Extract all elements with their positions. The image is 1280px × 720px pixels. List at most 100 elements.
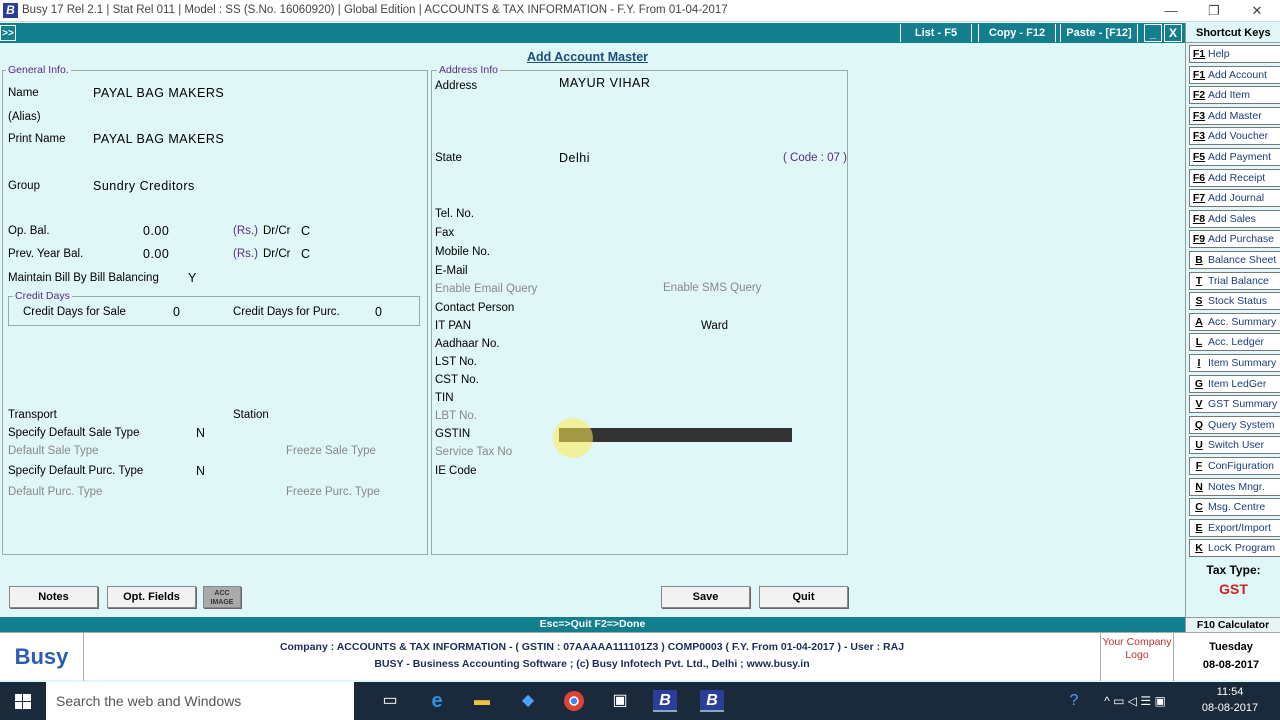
form-minimize-button[interactable]: _ bbox=[1144, 24, 1162, 42]
credit-days-sale-label: Credit Days for Sale bbox=[23, 306, 126, 318]
shortcut-item[interactable]: F1 Add Account bbox=[1189, 65, 1280, 84]
gstin-input[interactable] bbox=[559, 428, 792, 442]
shortcut-item[interactable]: B Balance Sheet bbox=[1189, 251, 1280, 269]
maximize-button[interactable]: ❐ bbox=[1203, 2, 1225, 20]
busy-taskbar-icon-1[interactable]: B bbox=[653, 690, 677, 712]
shortcut-label: Acc. Ledger bbox=[1208, 336, 1265, 349]
shortcut-item[interactable]: T Trial Balance bbox=[1189, 271, 1280, 290]
minimize-button[interactable]: — bbox=[1160, 2, 1182, 20]
shortcut-key: F7 bbox=[1192, 192, 1206, 205]
calculator-button[interactable]: F10 Calculator bbox=[1186, 617, 1280, 632]
prev-bal-field[interactable]: 0.00 bbox=[143, 247, 169, 261]
shortcut-label: Add Voucher bbox=[1208, 130, 1269, 143]
credit-days-sale-field[interactable]: 0 bbox=[173, 305, 180, 319]
copy-button[interactable]: Copy - F12 bbox=[978, 24, 1056, 42]
shortcut-item[interactable]: F ConFiguration bbox=[1189, 457, 1280, 475]
help-icon[interactable]: ? bbox=[1062, 690, 1086, 712]
print-name-field[interactable]: PAYAL BAG MAKERS bbox=[93, 132, 224, 146]
file-explorer-icon[interactable]: ▬ bbox=[470, 690, 494, 712]
cursor-highlight bbox=[553, 418, 593, 458]
shortcut-item[interactable]: S Stock Status bbox=[1189, 292, 1280, 311]
list-button[interactable]: List - F5 bbox=[900, 24, 972, 42]
mobile-label: Mobile No. bbox=[435, 246, 490, 258]
paste-button[interactable]: Paste - [F12] bbox=[1060, 24, 1138, 42]
acc-image-button[interactable]: ACC IMAGE bbox=[203, 586, 241, 608]
address-field[interactable]: MAYUR VIHAR bbox=[559, 76, 650, 90]
shortcut-item[interactable]: A Acc. Summary bbox=[1189, 312, 1280, 331]
opt-fields-button[interactable]: Opt. Fields bbox=[107, 586, 196, 608]
chrome-browser-icon[interactable] bbox=[562, 690, 586, 712]
quit-button[interactable]: Quit bbox=[759, 586, 848, 608]
op-bal-unit: (Rs.) bbox=[233, 225, 258, 237]
shortcut-key: A bbox=[1195, 315, 1203, 328]
shortcut-item[interactable]: F1 Help bbox=[1189, 45, 1280, 63]
state-field[interactable]: Delhi bbox=[559, 151, 590, 165]
op-bal-field[interactable]: 0.00 bbox=[143, 224, 169, 238]
shortcut-key: I bbox=[1197, 357, 1201, 369]
save-button[interactable]: Save bbox=[661, 586, 750, 608]
system-tray-icons[interactable]: ^ ▭ ◁ ☰ ▣ bbox=[1090, 682, 1180, 720]
station-label: Station bbox=[233, 409, 269, 421]
close-window-button[interactable]: ✕ bbox=[1246, 2, 1268, 20]
store-icon[interactable]: ▣ bbox=[608, 690, 632, 712]
software-info: BUSY - Business Accounting Software ; (c… bbox=[374, 658, 810, 670]
group-field[interactable]: Sundry Creditors bbox=[93, 179, 195, 193]
windows-taskbar: Search the web and Windows ▭ e ▬ ◆ ▣ B B… bbox=[0, 682, 1280, 720]
shortcut-item[interactable]: G Item LedGer bbox=[1189, 374, 1280, 393]
bill-balancing-field[interactable]: Y bbox=[188, 271, 197, 285]
windows-start-button[interactable] bbox=[0, 682, 46, 720]
shortcut-item[interactable]: F7 Add Journal bbox=[1189, 189, 1280, 208]
op-drcr-label: Dr/Cr bbox=[263, 225, 291, 237]
shortcut-item[interactable]: C Msg. Centre bbox=[1189, 498, 1280, 517]
task-view-icon[interactable]: ▭ bbox=[378, 690, 402, 712]
name-field[interactable]: PAYAL BAG MAKERS bbox=[93, 86, 224, 100]
credit-days-legend: Credit Days bbox=[13, 290, 72, 302]
general-info-legend: General Info. bbox=[6, 64, 71, 76]
form-title: Add Account Master bbox=[526, 50, 649, 64]
notes-button[interactable]: Notes bbox=[9, 586, 98, 608]
op-drcr-field[interactable]: C bbox=[301, 224, 311, 238]
default-purc-type-toggle-label: Specify Default Purc. Type bbox=[8, 465, 144, 477]
shortcut-label: Trial Balance bbox=[1208, 274, 1269, 287]
shortcut-item[interactable]: F9 Add Purchase bbox=[1189, 230, 1280, 249]
shortcut-item[interactable]: V GST Summary bbox=[1189, 395, 1280, 414]
shortcut-item[interactable]: F8 Add Sales bbox=[1189, 209, 1280, 228]
default-sale-type-toggle[interactable]: N bbox=[196, 426, 206, 440]
edge-browser-icon[interactable]: e bbox=[425, 690, 449, 712]
shortcut-label: Stock Status bbox=[1208, 295, 1267, 308]
shortcut-item[interactable]: I Item Summary bbox=[1189, 354, 1280, 372]
tax-type-value: GST bbox=[1219, 581, 1248, 597]
transport-label: Transport bbox=[8, 409, 57, 421]
address-info-legend: Address Info bbox=[437, 64, 500, 76]
gstin-label: GSTIN bbox=[435, 428, 471, 440]
shortcut-key: F bbox=[1195, 460, 1203, 472]
contact-person-label: Contact Person bbox=[435, 302, 515, 314]
shortcut-item[interactable]: F6 Add Receipt bbox=[1189, 168, 1280, 187]
shortcut-item[interactable]: E Export/Import bbox=[1189, 518, 1280, 537]
shortcut-label: ConFiguration bbox=[1208, 460, 1274, 472]
shortcut-item[interactable]: L Acc. Ledger bbox=[1189, 333, 1280, 352]
shortcut-item[interactable]: Q Query System bbox=[1189, 415, 1280, 434]
expand-button[interactable]: >> bbox=[0, 25, 16, 41]
shortcut-item[interactable]: K LocK Program bbox=[1189, 539, 1280, 558]
shortcut-item[interactable]: U Switch User bbox=[1189, 436, 1280, 455]
prev-drcr-field[interactable]: C bbox=[301, 247, 311, 261]
form-close-button[interactable]: X bbox=[1164, 24, 1182, 42]
fax-label: Fax bbox=[435, 227, 455, 239]
shortcut-key: F5 bbox=[1192, 151, 1206, 163]
shortcut-item[interactable]: F3 Add Voucher bbox=[1189, 127, 1280, 146]
credit-days-purc-field[interactable]: 0 bbox=[375, 305, 382, 319]
shortcut-item[interactable]: F3 Add Master bbox=[1189, 106, 1280, 125]
busy-taskbar-icon-2[interactable]: B bbox=[700, 690, 724, 712]
shortcut-item[interactable]: F2 Add Item bbox=[1189, 86, 1280, 105]
taskbar-search-input[interactable]: Search the web and Windows bbox=[46, 682, 354, 720]
dropbox-icon[interactable]: ◆ bbox=[516, 690, 540, 712]
it-pan-label: IT PAN bbox=[435, 320, 471, 332]
shortcut-item[interactable]: F5 Add Payment bbox=[1189, 148, 1280, 166]
shortcut-key: E bbox=[1195, 521, 1203, 534]
default-purc-type-toggle[interactable]: N bbox=[196, 464, 206, 478]
shortcut-key: T bbox=[1195, 274, 1203, 287]
shortcut-key: V bbox=[1195, 398, 1203, 411]
shortcut-item[interactable]: N Notes Mngr. bbox=[1189, 477, 1280, 496]
shortcut-label: Add Receipt bbox=[1208, 171, 1266, 184]
